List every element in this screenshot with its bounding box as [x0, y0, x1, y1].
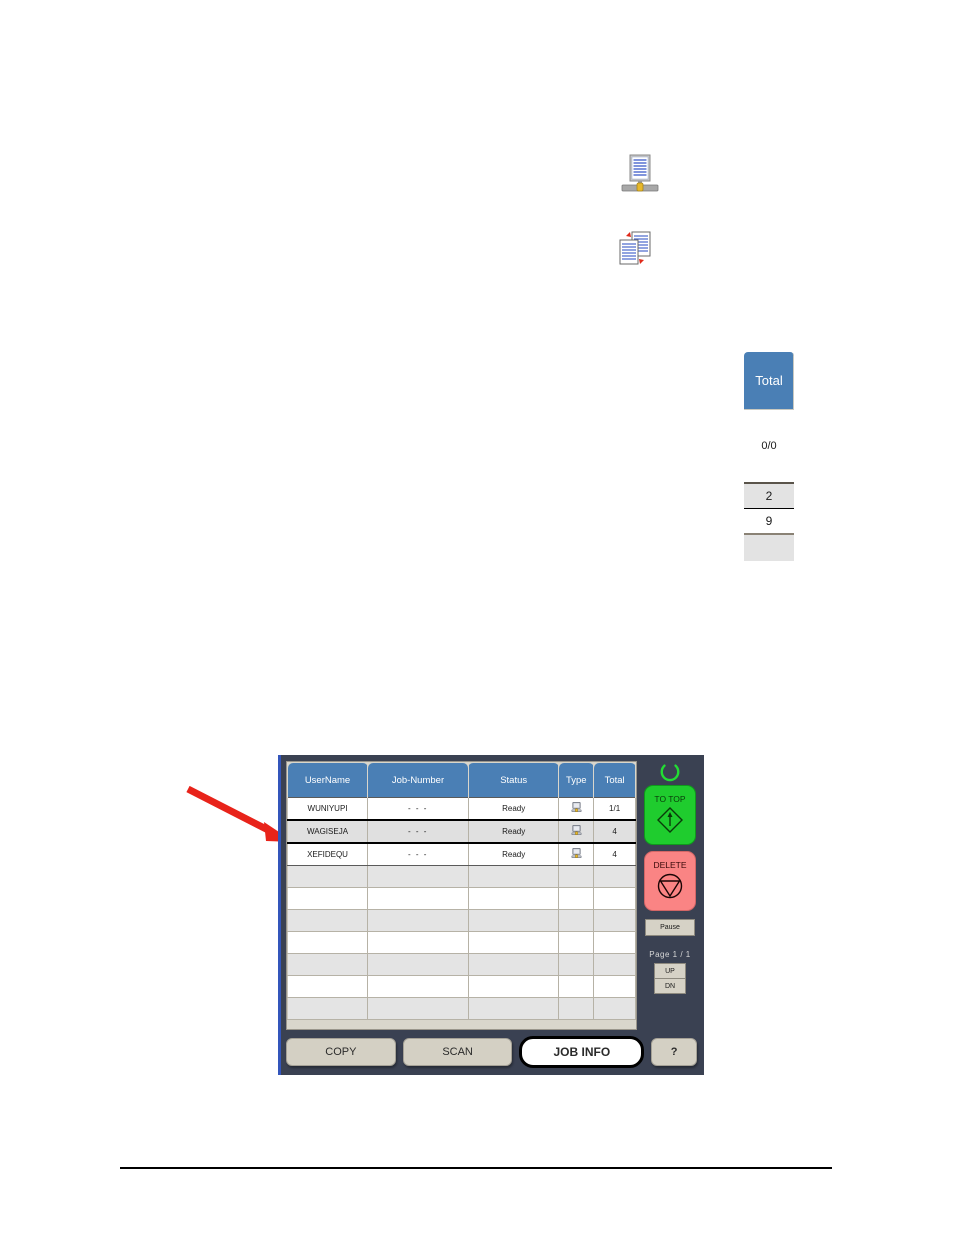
circle-triangle-stop-icon	[655, 871, 685, 903]
pause-button[interactable]: Pause	[645, 919, 695, 936]
printer-lcd-panel: UserName Job-Number Status Type Total WU…	[278, 755, 704, 1075]
tab-copy[interactable]: COPY	[286, 1038, 396, 1066]
table-row-empty[interactable]	[286, 975, 636, 998]
to-top-label: TO TOP	[654, 793, 686, 804]
table-row[interactable]: XEFIDEQU - - - Ready 4	[286, 842, 636, 866]
table-row-empty[interactable]	[286, 931, 636, 954]
cell-type	[558, 842, 595, 866]
network-document-icon	[618, 153, 662, 195]
total-widget: Total 0/0 2 9	[744, 352, 794, 561]
help-button[interactable]: ?	[651, 1038, 697, 1066]
copy-documents-icon	[612, 228, 658, 270]
column-header-type[interactable]: Type	[558, 762, 595, 798]
lcd-control-strip: TO TOP DELETE Pause Page 1 / 1 UP DN	[643, 761, 697, 1030]
total-widget-value: 0/0	[744, 410, 794, 482]
to-top-button[interactable]: TO TOP	[644, 785, 696, 845]
cell-total: 1/1	[593, 797, 636, 821]
job-list-table: UserName Job-Number Status Type Total WU…	[286, 762, 636, 1020]
tab-job-info[interactable]: JOB INFO	[519, 1036, 645, 1068]
total-widget-cell-3	[744, 533, 794, 561]
delete-label: DELETE	[653, 859, 687, 870]
column-header-status[interactable]: Status	[467, 762, 560, 798]
tab-scan[interactable]: SCAN	[402, 1038, 513, 1066]
cell-username: XEFIDEQU	[286, 842, 369, 866]
table-row-empty[interactable]	[286, 909, 636, 932]
total-widget-cell-1: 2	[744, 482, 794, 508]
table-row-empty[interactable]	[286, 887, 636, 910]
cell-username: WAGISEJA	[286, 819, 369, 844]
table-row-empty[interactable]	[286, 997, 636, 1020]
table-row[interactable]: WUNIYUPI - - - Ready 1/1	[286, 797, 636, 821]
computer-pc-icon	[570, 847, 583, 862]
cell-username: WUNIYUPI	[286, 797, 369, 821]
page-indicator: Page 1 / 1	[649, 950, 691, 959]
column-header-jobnumber[interactable]: Job-Number	[367, 762, 469, 798]
delete-button[interactable]: DELETE	[644, 851, 696, 911]
computer-pc-icon	[570, 824, 583, 839]
lcd-tab-bar: COPY SCAN JOB INFO ?	[286, 1030, 697, 1069]
ready-ring-icon	[659, 762, 681, 784]
page-nav-buttons: UP DN	[654, 963, 686, 994]
total-widget-cell-2: 9	[744, 508, 794, 533]
computer-pc-icon	[570, 801, 583, 816]
cell-total: 4	[593, 842, 636, 866]
page-down-button[interactable]: DN	[655, 978, 685, 993]
cell-jobnumber: - - -	[367, 797, 469, 821]
column-header-username[interactable]: UserName	[286, 762, 369, 798]
cell-jobnumber: - - -	[367, 842, 469, 866]
total-widget-header: Total	[744, 352, 794, 410]
cell-status: Ready	[467, 797, 560, 821]
table-row-empty[interactable]	[286, 865, 636, 888]
job-list-panel: UserName Job-Number Status Type Total WU…	[286, 761, 637, 1030]
cell-total: 4	[593, 819, 636, 844]
table-header-row: UserName Job-Number Status Type Total	[286, 762, 636, 798]
column-header-total[interactable]: Total	[593, 762, 636, 798]
page-footer-rule	[120, 1167, 832, 1169]
table-row[interactable]: WAGISEJA - - - Ready 4	[286, 819, 636, 844]
cell-jobnumber: - - -	[367, 819, 469, 844]
job-list-body: WUNIYUPI - - - Ready 1/1 WAGISEJA - - - …	[286, 797, 636, 1020]
cell-type	[558, 797, 595, 821]
page-up-button[interactable]: UP	[655, 964, 685, 978]
lcd-body: UserName Job-Number Status Type Total WU…	[286, 761, 697, 1030]
diamond-arrow-up-icon	[655, 805, 685, 837]
cell-type	[558, 819, 595, 844]
table-row-empty[interactable]	[286, 953, 636, 976]
cell-status: Ready	[467, 842, 560, 866]
cell-status: Ready	[467, 819, 560, 844]
